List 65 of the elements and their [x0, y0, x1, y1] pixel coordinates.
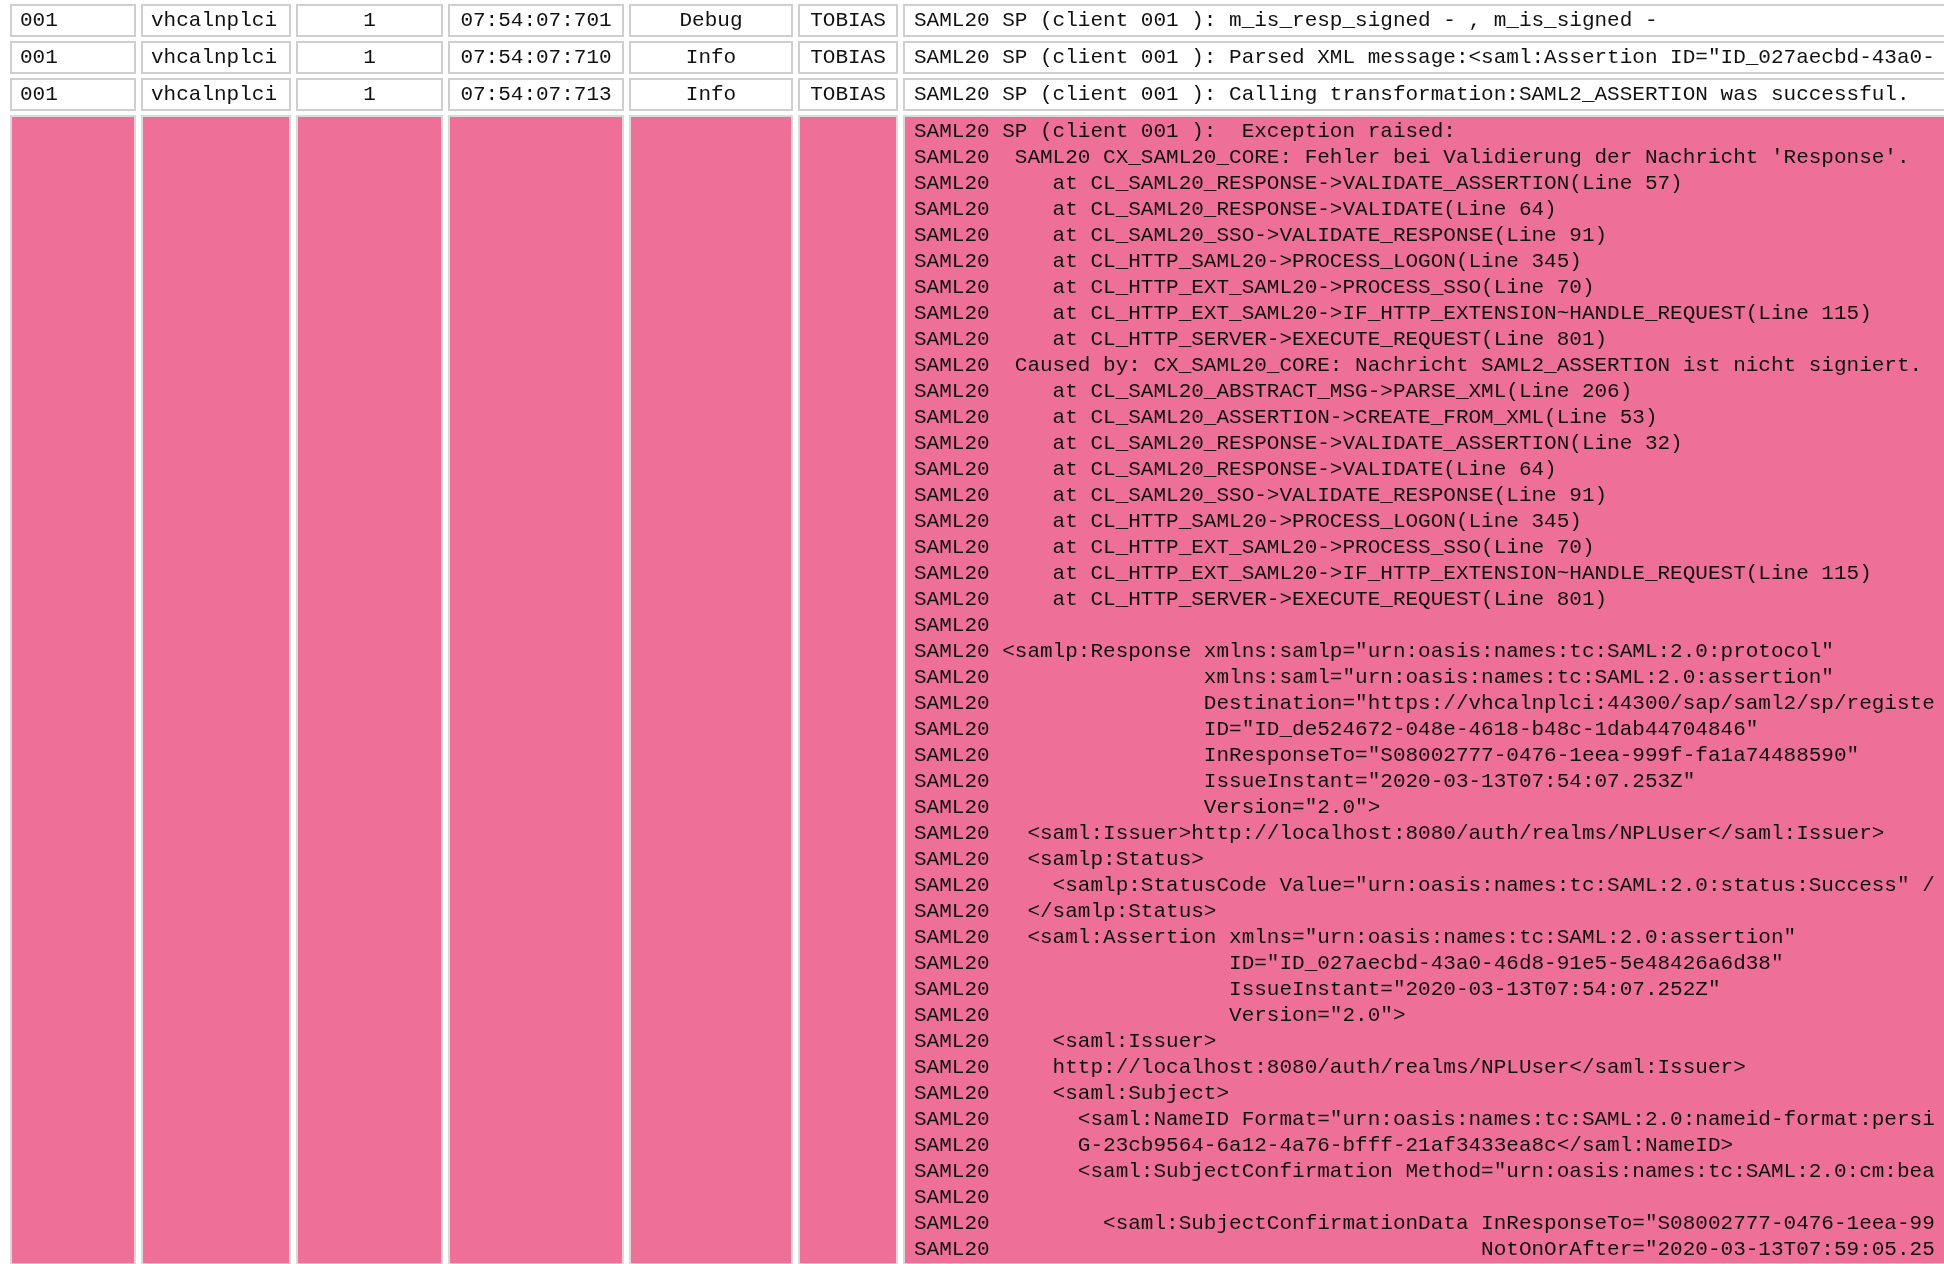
log-line: SAML20 SP (client 001 ): m_is_resp_signed - , m_is_signed - — [914, 8, 1659, 34]
log-line: SAML20 at CL_HTTP_EXT_SAML20->IF_HTTP_EXTENSION~HANDLE_REQUEST(Line 115) — [914, 301, 1873, 327]
table-cell: vhcalnplci — [141, 78, 291, 111]
table-cell: 07:54:07:701 — [448, 4, 624, 37]
log-line: SAML20 ID="ID_027aecbd-43a0-46d8-91e5-5e48426a6d38" — [914, 951, 1785, 977]
table-cell: 001 — [10, 4, 136, 37]
log-line: SAML20 — [914, 1185, 991, 1211]
log-line: SAML20 at CL_HTTP_SERVER->EXECUTE_REQUEST(Line 801) — [914, 327, 1609, 353]
table-cell: 07:54:07:710 — [448, 41, 624, 74]
log-line: SAML20 xmlns:saml="urn:oasis:names:tc:SAML:2.0:assertion" — [914, 665, 1835, 691]
log-line: SAML20 at CL_SAML20_RESPONSE->VALIDATE(Line 64) — [914, 457, 1558, 483]
log-line: SAML20 SAML20 CX_SAML20_CORE: Fehler bei Validierung der Nachricht 'Response'. — [914, 145, 1911, 171]
log-line: SAML20 <saml:Issuer>http://localhost:8080/auth/realms/NPLUser</saml:Issuer> — [914, 821, 1886, 847]
log-line: SAML20 at CL_HTTP_EXT_SAML20->PROCESS_SSO(Line 70) — [914, 275, 1596, 301]
log-line: SAML20 NotOnOrAfter="2020-03-13T07:59:05.25 — [914, 1237, 1936, 1263]
table-cell: 07:54:07:713 — [448, 78, 624, 111]
log-line: SAML20 at CL_SAML20_RESPONSE->VALIDATE_ASSERTION(Line 57) — [914, 171, 1684, 197]
log-line: SAML20 <saml:SubjectConfirmation Method="urn:oasis:names:tc:SAML:2.0:cm:bea — [914, 1159, 1936, 1185]
table-cell: 1 — [296, 78, 443, 111]
log-line: SAML20 SP (client 001 ): Exception raised: — [914, 119, 1457, 145]
log-line: SAML20 Caused by: CX_SAML20_CORE: Nachricht SAML2_ASSERTION ist nicht signiert. — [914, 353, 1924, 379]
table-cell: TOBIAS — [798, 4, 898, 37]
log-line: SAML20 at CL_SAML20_RESPONSE->VALIDATE(Line 64) — [914, 197, 1558, 223]
table-cell: TOBIAS — [798, 41, 898, 74]
log-line: SAML20 SP (client 001 ): Parsed XML message:<saml:Assertion ID="ID_027aecbd-43a0- — [914, 45, 1936, 71]
table-cell: vhcalnplci — [141, 41, 291, 74]
log-line: SAML20 InResponseTo="S08002777-0476-1eea-999f-fa1a74488590" — [914, 743, 1861, 769]
log-line: SAML20 at CL_HTTP_EXT_SAML20->PROCESS_SSO(Line 70) — [914, 535, 1596, 561]
log-line: SAML20 SP (client 001 ): Calling transformation:SAML2_ASSERTION was successful. — [914, 82, 1911, 108]
table-cell: 001 — [10, 41, 136, 74]
table-cell: 1 — [296, 41, 443, 74]
table-cell: Debug — [629, 4, 793, 37]
log-line: SAML20 ID="ID_de524672-048e-4618-b48c-1dab44704846" — [914, 717, 1760, 743]
log-line: SAML20 at CL_HTTP_SAML20->PROCESS_LOGON(Line 345) — [914, 249, 1583, 275]
log-line: SAML20 IssueInstant="2020-03-13T07:54:07.252Z" — [914, 977, 1722, 1003]
table-cell: Info — [629, 41, 793, 74]
log-line: SAML20 at CL_SAML20_SSO->VALIDATE_RESPONSE(Line 91) — [914, 223, 1609, 249]
log-line: SAML20 <saml:NameID Format="urn:oasis:names:tc:SAML:2.0:nameid-format:persi — [914, 1107, 1936, 1133]
table-cell: Info — [629, 78, 793, 111]
table-cell: 1 — [296, 4, 443, 37]
log-line: SAML20 at CL_SAML20_ASSERTION->CREATE_FROM_XML(Line 53) — [914, 405, 1659, 431]
log-line: SAML20 </samlp:Status> — [914, 899, 1218, 925]
log-line: SAML20 at CL_SAML20_ABSTRACT_MSG->PARSE_XML(Line 206) — [914, 379, 1634, 405]
log-line: SAML20 G-23cb9564-6a12-4a76-bfff-21af3433ea8c</saml:NameID> — [914, 1133, 1735, 1159]
log-line: SAML20 Version="2.0"> — [914, 1003, 1407, 1029]
log-line: SAML20 <samlp:Status> — [914, 847, 1205, 873]
log-line: SAML20 — [914, 613, 991, 639]
log-line: SAML20 at CL_SAML20_SSO->VALIDATE_RESPONSE(Line 91) — [914, 483, 1609, 509]
log-line: SAML20 at CL_HTTP_SERVER->EXECUTE_REQUEST(Line 801) — [914, 587, 1609, 613]
log-line: SAML20 <saml:Issuer> — [914, 1029, 1218, 1055]
log-line: SAML20 Destination="https://vhcalnplci:44300/sap/saml2/sp/registe — [914, 691, 1936, 717]
log-line: SAML20 http://localhost:8080/auth/realms/NPLUser</saml:Issuer> — [914, 1055, 1747, 1081]
table-cell: 001 — [10, 78, 136, 111]
log-line: SAML20 <saml:Subject> — [914, 1081, 1231, 1107]
table-cell: vhcalnplci — [141, 4, 291, 37]
log-line: SAML20 <samlp:StatusCode Value="urn:oasis:names:tc:SAML:2.0:status:Success" / — [914, 873, 1936, 899]
table-cell: TOBIAS — [798, 78, 898, 111]
log-line: SAML20 IssueInstant="2020-03-13T07:54:07.253Z" — [914, 769, 1697, 795]
log-line: SAML20 at CL_HTTP_SAML20->PROCESS_LOGON(Line 345) — [914, 509, 1583, 535]
log-line: SAML20 at CL_SAML20_RESPONSE->VALIDATE_ASSERTION(Line 32) — [914, 431, 1684, 457]
log-line: SAML20 at CL_HTTP_EXT_SAML20->IF_HTTP_EXTENSION~HANDLE_REQUEST(Line 115) — [914, 561, 1873, 587]
log-line: SAML20 Version="2.0"> — [914, 795, 1382, 821]
log-line: SAML20 <saml:SubjectConfirmationData InResponseTo="S08002777-0476-1eea-99 — [914, 1211, 1936, 1237]
log-line: SAML20 <saml:Assertion xmlns="urn:oasis:names:tc:SAML:2.0:assertion" — [914, 925, 1798, 951]
log-line: SAML20 <samlp:Response xmlns:samlp="urn:oasis:names:tc:SAML:2.0:protocol" — [914, 639, 1835, 665]
